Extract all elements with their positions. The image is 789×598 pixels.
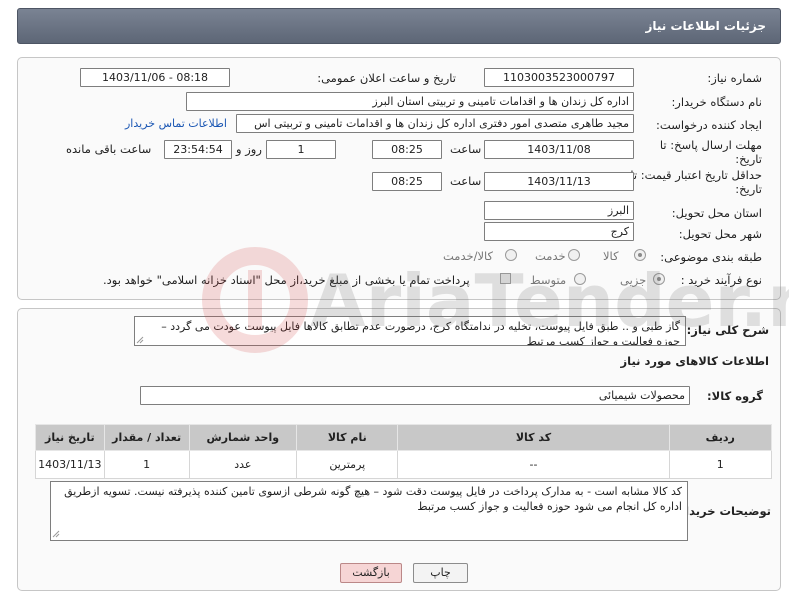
col-unit: واحد شمارش xyxy=(188,424,298,451)
buyer-notes-text: کد کالا مشابه است - به مدارک پرداخت در ف… xyxy=(50,481,688,541)
announce-date-field: 1403/11/06 - 08:18 xyxy=(80,68,230,87)
purchase-type-label: نوع فرآیند خرید : xyxy=(680,273,762,287)
buyer-notes-label: توضیحات خریدار: xyxy=(673,504,771,518)
resize-grip-icon xyxy=(52,530,60,538)
description-label: شرح کلی نیاز: xyxy=(686,323,769,337)
treasury-note: پرداخت تمام یا بخشی از مبلغ خرید،از محل … xyxy=(103,273,470,287)
category-service-label: خدمت xyxy=(535,249,566,263)
cell-goods-code: -- xyxy=(397,450,670,479)
items-table-header: تاریخ نیاز تعداد / مقدار واحد شمارش نام … xyxy=(35,424,773,451)
description-text: گاز طبی و .. طبق فایل پیوست، تخلیه در ند… xyxy=(134,316,686,346)
days-label: روز و xyxy=(236,142,262,156)
cell-goods-name: پرمترین xyxy=(296,450,399,479)
reply-time-field: 08:25 xyxy=(372,140,442,159)
category-goods-service-label: کالا/خدمت xyxy=(443,249,494,263)
category-goods-label: کالا xyxy=(603,249,619,263)
goods-group-label: گروه کالا: xyxy=(707,389,763,403)
price-validity-time-label: ساعت xyxy=(450,174,482,188)
cell-row-number: 1 xyxy=(668,450,773,479)
print-button[interactable]: چاپ xyxy=(413,563,468,583)
cell-unit: عدد xyxy=(188,450,298,479)
remaining-label: ساعت باقی مانده xyxy=(66,142,152,156)
buyer-contact-link[interactable]: اطلاعات تماس خریدار xyxy=(125,117,227,130)
goods-group-field: محصولات شیمیائی xyxy=(140,386,690,405)
category-label: طبقه بندی موضوعی: xyxy=(660,250,762,264)
need-number-field: 1103003523000797 xyxy=(484,68,634,87)
price-validity-label: حداقل تاریخ اعتبار قیمت: تا xyxy=(630,168,762,182)
delivery-city-label: شهر محل تحویل: xyxy=(678,227,762,241)
remaining-time-field: 23:54:54 xyxy=(164,140,232,159)
buyer-org-label: نام دستگاه خریدار: xyxy=(671,95,762,109)
price-validity-label-date: تاریخ: xyxy=(735,182,762,196)
reply-days-field: 1 xyxy=(266,140,336,159)
announce-date-label: تاریخ و ساعت اعلان عمومی: xyxy=(317,71,456,85)
reply-deadline-label-date: تاریخ: xyxy=(735,152,762,166)
reply-deadline-label: مهلت ارسال پاسخ: تا xyxy=(659,138,762,152)
delivery-province-label: استان محل تحویل: xyxy=(671,206,762,220)
table-row: 1403/11/13 1 عدد پرمترین -- 1 xyxy=(35,450,773,479)
price-validity-date-field: 1403/11/13 xyxy=(484,172,634,191)
requester-label: ایجاد کننده درخواست: xyxy=(656,118,762,132)
page-title: جزئیات اطلاعات نیاز xyxy=(645,19,766,33)
buyer-org-field: اداره کل زندان ها و اقدامات تامینی و ترب… xyxy=(186,92,634,111)
purchase-minor-label: جزیی xyxy=(620,273,647,287)
col-goods-code: کد کالا xyxy=(397,424,670,451)
goods-info-title: اطلاعات کالاهای مورد نیاز xyxy=(620,354,769,368)
need-number-label: شماره نیاز: xyxy=(707,71,762,85)
purchase-medium-radio[interactable] xyxy=(574,273,586,285)
page-header: جزئیات اطلاعات نیاز xyxy=(17,8,781,44)
col-quantity: تعداد / مقدار xyxy=(103,424,190,451)
category-goods-radio[interactable] xyxy=(634,249,646,261)
reply-date-field: 1403/11/08 xyxy=(484,140,634,159)
treasury-checkbox[interactable] xyxy=(500,273,511,284)
col-issue-date: تاریخ نیاز xyxy=(35,424,105,451)
purchase-medium-label: متوسط xyxy=(530,273,567,287)
reply-time-label: ساعت xyxy=(450,142,482,156)
category-service-radio[interactable] xyxy=(568,249,580,261)
price-validity-time-field: 08:25 xyxy=(372,172,442,191)
resize-grip-icon xyxy=(136,336,144,344)
delivery-province-field: البرز xyxy=(484,201,634,220)
back-button[interactable]: بازگشت xyxy=(340,563,402,583)
col-row-number: ردیف xyxy=(668,424,773,451)
items-table: تاریخ نیاز تعداد / مقدار واحد شمارش نام … xyxy=(35,424,773,479)
col-goods-name: نام کالا xyxy=(296,424,399,451)
purchase-minor-radio[interactable] xyxy=(653,273,665,285)
cell-quantity: 1 xyxy=(103,450,190,479)
delivery-city-field: کرج xyxy=(484,222,634,241)
requester-field: مجید طاهری متصدی امور دفتری اداره کل زند… xyxy=(236,114,634,133)
cell-need-date: 1403/11/13 xyxy=(35,450,105,479)
category-goods-service-radio[interactable] xyxy=(505,249,517,261)
